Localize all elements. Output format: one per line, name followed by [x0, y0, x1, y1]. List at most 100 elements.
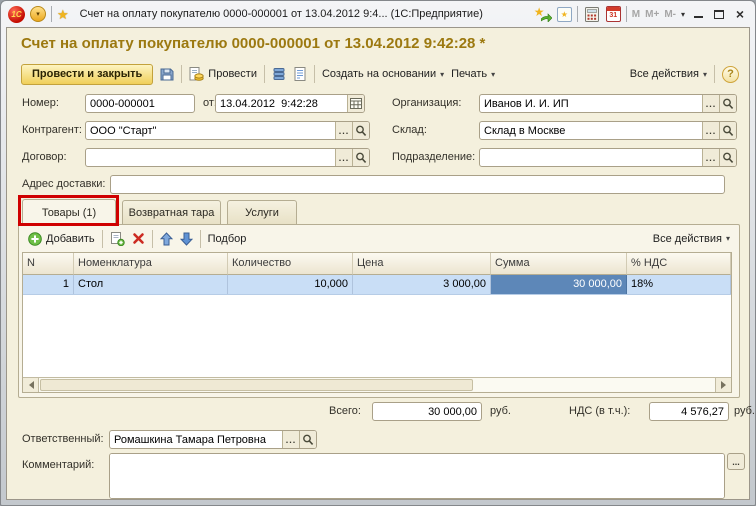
contract-field[interactable]: ...	[85, 148, 370, 167]
create-based-on-button[interactable]: Создать на основании ▾	[322, 68, 444, 80]
help-button[interactable]: ?	[722, 65, 739, 83]
column-header-price: Цена	[353, 253, 491, 275]
all-actions-label: Все действия	[629, 68, 699, 80]
document-movements-button[interactable]	[272, 67, 286, 81]
responsible-label: Ответственный:	[22, 433, 104, 445]
favorites-list-icon[interactable]: ★	[556, 6, 572, 22]
comment-expand-button[interactable]: ...	[727, 453, 745, 470]
warehouse-select-button[interactable]: ...	[702, 122, 719, 139]
scroll-right-button[interactable]	[715, 378, 731, 392]
add-icon	[28, 231, 42, 246]
responsible-select-button[interactable]: ...	[282, 431, 299, 448]
copy-row-button[interactable]	[110, 231, 125, 246]
minimize-button[interactable]	[690, 6, 706, 22]
counterparty-input[interactable]	[86, 122, 335, 139]
total-input[interactable]	[373, 403, 481, 420]
memory-plus-button[interactable]: M+	[645, 9, 659, 20]
department-input[interactable]	[480, 149, 702, 166]
contract-input[interactable]	[86, 149, 335, 166]
post-button[interactable]: Провести	[189, 67, 257, 81]
register-icon	[294, 67, 306, 81]
cell-nomenclature[interactable]: Стол	[74, 275, 228, 294]
maximize-button[interactable]	[711, 6, 727, 22]
contract-label: Договор:	[22, 151, 67, 163]
organization-field[interactable]: ...	[479, 94, 737, 113]
add-row-button[interactable]: Добавить	[28, 231, 95, 246]
column-header-vat: % НДС	[627, 253, 731, 275]
table-header-row: N Номенклатура Количество Цена Сумма % Н…	[23, 253, 731, 275]
favorite-star-icon[interactable]: ★	[57, 8, 69, 21]
contract-open-button[interactable]	[352, 149, 369, 166]
delete-row-button[interactable]	[132, 232, 145, 245]
all-actions-button[interactable]: Все действия ▾	[630, 68, 707, 80]
scrollbar-track[interactable]	[39, 378, 715, 392]
cell-price[interactable]: 3 000,00	[353, 275, 491, 294]
date-input[interactable]	[216, 95, 347, 112]
add-to-favorites-icon[interactable]: ★	[534, 6, 552, 23]
date-picker-button[interactable]	[347, 95, 364, 112]
department-select-button[interactable]: ...	[702, 149, 719, 166]
delivery-address-field[interactable]	[110, 175, 725, 194]
calendar-icon[interactable]: 31	[605, 6, 621, 22]
warehouse-input[interactable]	[480, 122, 702, 139]
items-all-actions-button[interactable]: Все действия ▾	[653, 233, 730, 245]
number-field[interactable]	[85, 94, 195, 113]
organization-select-button[interactable]: ...	[702, 95, 719, 112]
vat-field[interactable]	[649, 402, 729, 421]
document-register-button[interactable]	[293, 67, 307, 81]
toolbar-separator	[714, 65, 715, 83]
vat-input[interactable]	[650, 403, 728, 420]
table-empty-area[interactable]	[23, 295, 731, 377]
department-open-button[interactable]	[719, 149, 736, 166]
memory-minus-button[interactable]: M-	[664, 9, 676, 20]
cell-quantity[interactable]: 10,000	[228, 275, 353, 294]
responsible-open-button[interactable]	[299, 431, 316, 448]
add-row-label: Добавить	[46, 232, 95, 245]
system-menu-button[interactable]: ▾	[30, 6, 46, 22]
move-row-down-button[interactable]	[179, 232, 193, 246]
cell-n[interactable]: 1	[23, 275, 74, 294]
memory-recall-button[interactable]: M	[632, 9, 640, 20]
cell-sum-selected[interactable]: 30 000,00	[491, 275, 627, 294]
counterparty-field[interactable]: ...	[85, 121, 370, 140]
move-row-up-button[interactable]	[159, 231, 173, 246]
post-and-close-button[interactable]: Провести и закрыть	[21, 63, 154, 85]
cell-vat[interactable]: 18%	[627, 275, 731, 294]
floppy-icon	[160, 68, 174, 81]
counterparty-open-button[interactable]	[352, 122, 369, 139]
tab-returnable-tare[interactable]: Возвратная тара	[122, 200, 221, 225]
responsible-field[interactable]: ...	[109, 430, 317, 449]
date-field[interactable]	[215, 94, 365, 113]
organization-open-button[interactable]	[719, 95, 736, 112]
titlebar-more-button[interactable]: ▾	[681, 10, 685, 19]
warehouse-field[interactable]: ...	[479, 121, 737, 140]
page-title: Счет на оплату покупателю 0000-000001 от…	[21, 35, 486, 52]
organization-input[interactable]	[480, 95, 702, 112]
print-button[interactable]: Печать ▾	[451, 68, 495, 80]
tab-goods[interactable]: Товары (1)	[22, 199, 116, 226]
save-button[interactable]	[160, 67, 174, 81]
calculator-icon[interactable]	[583, 6, 601, 23]
chevron-down-icon: ▾	[491, 69, 496, 79]
calendar-icon-day: 31	[609, 12, 618, 19]
warehouse-open-button[interactable]	[719, 122, 736, 139]
number-input[interactable]	[86, 95, 194, 112]
titlebar: 1С ▾ ★ Счет на оплату покупателю 0000-00…	[1, 1, 755, 27]
delivery-address-input[interactable]	[111, 176, 724, 193]
department-field[interactable]: ...	[479, 148, 737, 167]
table-row[interactable]: 1 Стол 10,000 3 000,00 30 000,00 18%	[23, 275, 731, 295]
contract-select-button[interactable]: ...	[335, 149, 352, 166]
movements-icon	[273, 68, 285, 80]
scroll-left-button[interactable]	[23, 378, 39, 392]
pick-button[interactable]: Подбор	[208, 233, 247, 245]
tab-services[interactable]: Услуги	[227, 200, 297, 225]
total-field[interactable]	[372, 402, 482, 421]
comment-field[interactable]	[109, 453, 725, 499]
scrollbar-thumb[interactable]	[40, 379, 473, 391]
responsible-input[interactable]	[110, 431, 282, 448]
comment-input[interactable]	[110, 454, 724, 498]
counterparty-select-button[interactable]: ...	[335, 122, 352, 139]
magnifier-icon	[303, 434, 314, 445]
close-button[interactable]: ×	[732, 6, 748, 22]
column-header-quantity: Количество	[228, 253, 353, 275]
